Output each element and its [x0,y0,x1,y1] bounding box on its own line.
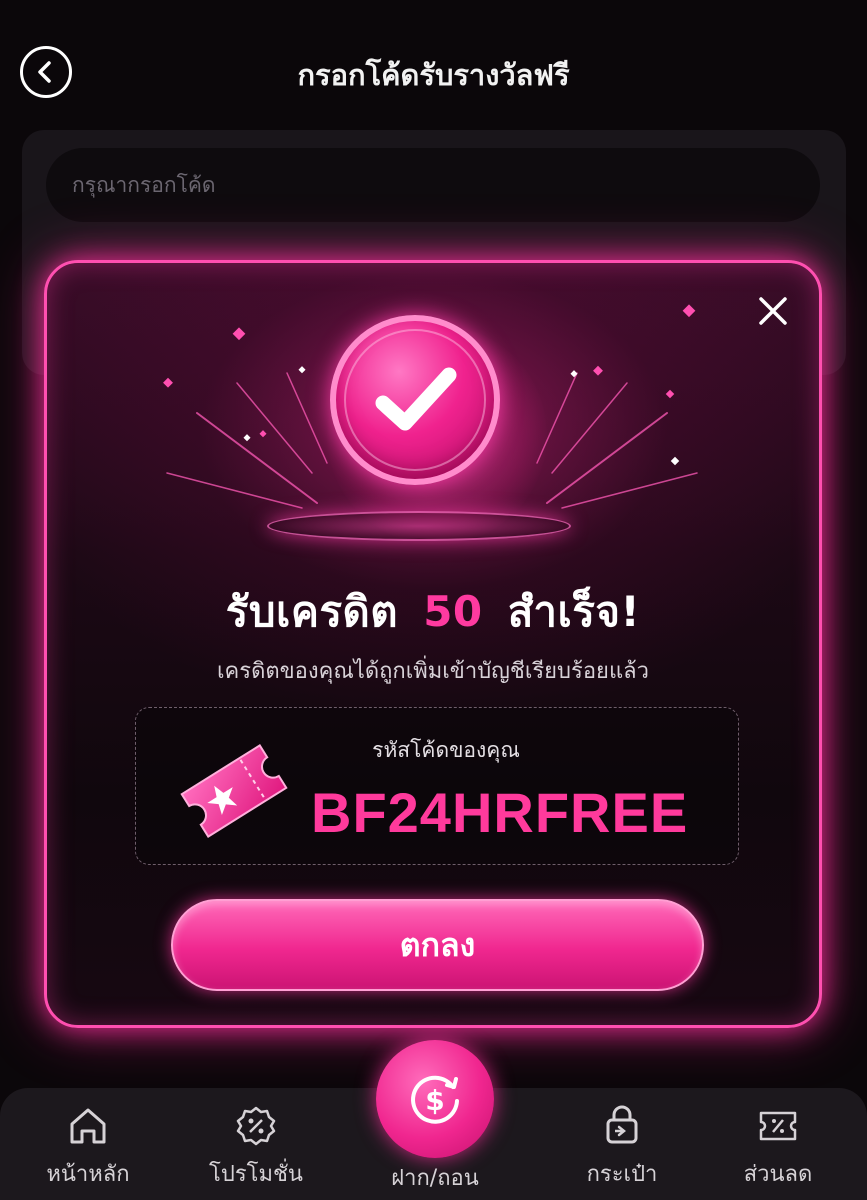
wallet-icon [606,1105,638,1144]
code-input[interactable] [46,148,820,222]
check-circle-icon [330,315,500,485]
nav-label-promotion: โปรโมชั่น [209,1162,303,1187]
deposit-withdraw-button[interactable]: $ [376,1040,494,1158]
header: กรอกโค้ดรับรางวัลฟรี [0,0,867,130]
nav-label-home: หน้าหลัก [46,1162,130,1187]
success-subtext: เครดิตของคุณได้ถูกเพิ่มเข้าบัญชีเรียบร้อ… [217,659,649,684]
success-headline: รับเครดิต 50 สำเร็จ! [47,579,819,645]
ticket-icon [180,744,288,838]
dollar-exchange-icon: $ [411,1075,459,1124]
nav-label-deposit-withdraw: ฝาก/ถอน [391,1166,479,1191]
nav-item-discount[interactable]: ส่วนลด [708,1104,848,1191]
promo-code-value[interactable]: BF24HRFREE [311,780,711,845]
home-icon [70,1108,106,1144]
ok-button[interactable]: ตกลง [171,899,704,991]
badge-platform [267,511,571,541]
code-box: รหัสโค้ดของคุณ BF24HRFREE [135,707,739,865]
close-button[interactable] [753,291,793,331]
headline-prefix: รับเครดิต [225,587,399,636]
nav-item-promotion[interactable]: โปรโมชั่น [186,1104,326,1191]
code-label: รหัสโค้ดของคุณ [372,738,520,762]
promotion-badge-icon [236,1106,276,1146]
nav-label-wallet: กระเป๋า [586,1162,658,1187]
nav-item-home[interactable]: หน้าหลัก [18,1104,158,1191]
credit-amount: 50 [423,587,483,636]
success-modal: รับเครดิต 50 สำเร็จ! เครดิตของคุณได้ถูกเ… [44,260,822,1028]
discount-coupon-icon [759,1111,797,1141]
nav-label-discount: ส่วนลด [743,1162,813,1187]
close-icon [759,297,787,325]
headline-suffix: สำเร็จ! [507,587,641,636]
page-title: กรอกโค้ดรับรางวัลฟรี [297,58,570,92]
svg-text:$: $ [425,1084,444,1117]
nav-item-wallet[interactable]: กระเป๋า [552,1104,692,1191]
